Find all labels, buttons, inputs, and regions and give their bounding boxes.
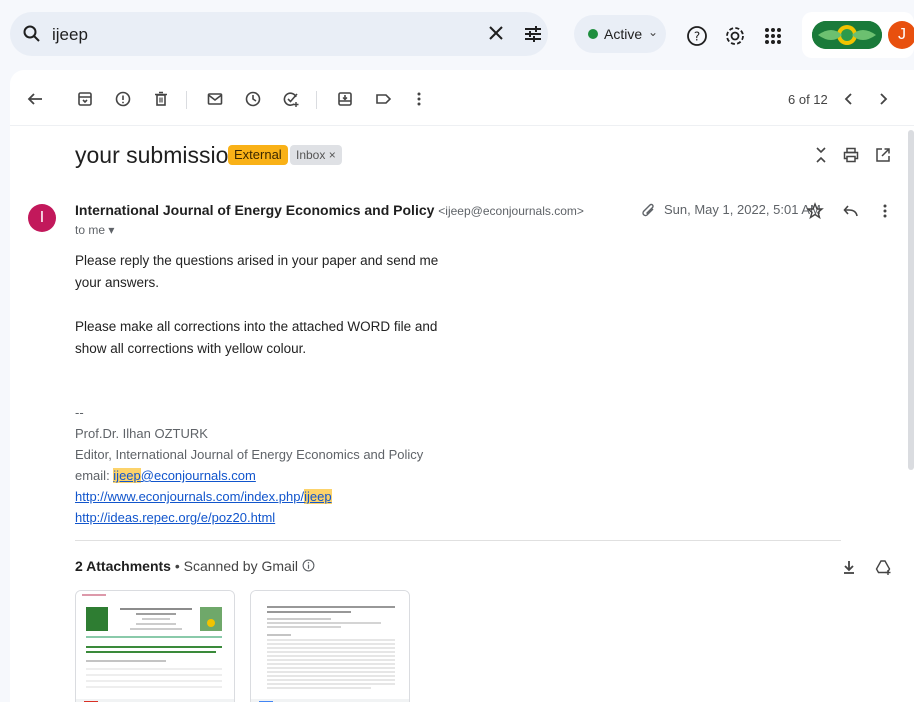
signature-email-link[interactable]: ijeep@econjournals.com	[113, 468, 256, 483]
search-highlight: ijeep	[113, 468, 141, 483]
pager-count: 6 of 12	[788, 92, 828, 107]
email-panel: 6 of 12 your submission External Inbox ×…	[10, 70, 914, 702]
snooze-icon[interactable]	[244, 90, 262, 108]
print-icon[interactable]	[842, 146, 860, 164]
journal-website-link[interactable]: http://www.econjournals.com/index.php/ij…	[75, 489, 332, 504]
gear-icon[interactable]	[724, 25, 746, 47]
email-body: Please reply the questions arised in you…	[75, 250, 455, 382]
label-icon[interactable]	[374, 90, 392, 108]
attachments-count: 2 Attachments	[75, 558, 171, 574]
svg-text:?: ?	[694, 30, 700, 44]
help-icon[interactable]: ?	[686, 25, 708, 47]
close-icon[interactable]	[486, 23, 506, 43]
inbox-label-badge[interactable]: Inbox ×	[290, 145, 342, 165]
report-spam-icon[interactable]	[114, 90, 132, 108]
info-icon[interactable]	[302, 558, 315, 574]
more-vert-icon[interactable]	[876, 202, 894, 220]
email-toolbar: 6 of 12	[10, 70, 914, 126]
more-vert-icon[interactable]	[410, 90, 428, 108]
status-label: Active	[604, 26, 643, 42]
move-to-icon[interactable]	[336, 90, 354, 108]
scrollbar[interactable]	[908, 130, 914, 470]
external-label-badge: External	[228, 145, 288, 165]
body-paragraph: Please make all corrections into the att…	[75, 319, 438, 356]
attachments-divider	[75, 540, 841, 541]
attachment-thumbnail[interactable]	[75, 590, 235, 702]
search-icon[interactable]	[22, 24, 42, 44]
email-date: Sun, May 1, 2022, 5:01 AM	[664, 202, 821, 217]
sender-avatar[interactable]: I	[28, 200, 56, 240]
collapse-all-icon[interactable]	[812, 146, 830, 164]
organization-logo	[812, 21, 882, 49]
toolbar-divider	[186, 91, 187, 109]
body-paragraph: Please reply the questions arised in you…	[75, 253, 439, 290]
add-to-drive-icon[interactable]	[874, 558, 892, 576]
recipient-details[interactable]: to me ▾	[75, 223, 114, 237]
signature-separator: --	[75, 405, 84, 420]
archive-icon[interactable]	[76, 90, 94, 108]
bullet-separator: •	[174, 558, 184, 574]
sender-line: International Journal of Energy Economic…	[75, 202, 584, 218]
signature-email-line: email: ijeep@econjournals.com	[75, 465, 423, 486]
back-arrow-icon[interactable]	[26, 90, 44, 108]
attachment-preview	[251, 591, 409, 701]
add-task-icon[interactable]	[282, 90, 300, 108]
repec-link[interactable]: http://ideas.repec.org/e/poz20.html	[75, 510, 275, 525]
download-all-icon[interactable]	[840, 558, 858, 576]
search-bar[interactable]: ijeep	[10, 12, 548, 56]
open-new-window-icon[interactable]	[874, 146, 892, 164]
email-subject: your submission	[75, 142, 242, 168]
signature-title: Editor, International Journal of Energy …	[75, 447, 424, 462]
search-options-icon[interactable]	[522, 23, 544, 45]
search-highlight: ijeep	[304, 489, 332, 504]
toolbar-divider	[316, 91, 317, 109]
attachment-preview	[76, 591, 234, 701]
sender-name[interactable]: International Journal of Energy Economic…	[75, 202, 434, 218]
attachment-clip-icon	[640, 202, 656, 218]
sender-email: <ijeep@econjournals.com>	[438, 204, 584, 218]
signature-email-prefix: email:	[75, 468, 114, 483]
older-chevron-icon[interactable]	[874, 90, 892, 108]
account-switcher[interactable]: J	[802, 12, 914, 58]
signature-link-1: http://www.econjournals.com/index.php/ij…	[75, 486, 423, 507]
signature-link-2: http://ideas.repec.org/e/poz20.html	[75, 507, 423, 528]
top-bar: ijeep Active ⌄ ? J	[0, 0, 914, 70]
attachments-header: 2 Attachments • Scanned by Gmail	[75, 558, 315, 574]
attachment-thumbnail[interactable]	[250, 590, 410, 702]
email-signature: -- Prof.Dr. Ilhan OZTURK Editor, Interna…	[75, 402, 423, 528]
reply-icon[interactable]	[842, 202, 860, 220]
apps-grid-icon[interactable]	[762, 25, 784, 47]
star-icon[interactable]	[806, 202, 824, 220]
signature-name: Prof.Dr. Ilhan OZTURK	[75, 426, 208, 441]
avatar[interactable]: J	[888, 21, 914, 49]
search-input[interactable]: ijeep	[52, 25, 88, 45]
newer-chevron-icon[interactable]	[840, 90, 858, 108]
mark-unread-icon[interactable]	[206, 90, 224, 108]
delete-icon[interactable]	[152, 90, 170, 108]
signature-email-domain: @econjournals.com	[140, 468, 256, 483]
status-dropdown[interactable]: Active ⌄	[574, 15, 666, 53]
status-dot-icon	[588, 29, 598, 39]
chevron-down-icon: ⌄	[648, 25, 659, 39]
scan-status: Scanned by Gmail	[183, 558, 299, 574]
